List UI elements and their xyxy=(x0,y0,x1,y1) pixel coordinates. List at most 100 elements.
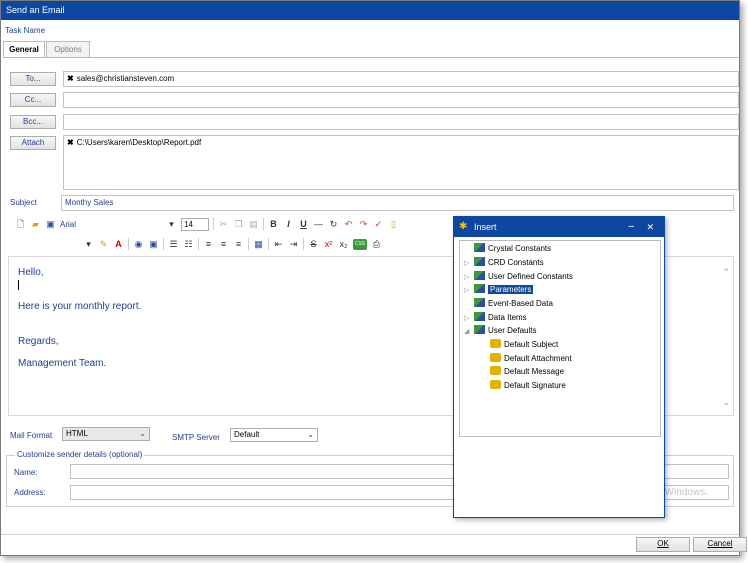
cut-icon[interactable]: ✂ xyxy=(218,219,229,230)
cc-field[interactable] xyxy=(63,92,739,108)
toolbar-separator xyxy=(263,218,264,230)
toolbar-separator xyxy=(248,238,249,250)
tree-item-event-based-data[interactable]: Event-Based Data xyxy=(464,298,553,310)
refresh-icon[interactable]: ↻ xyxy=(328,219,339,230)
attach-field[interactable]: ✖ C:\Users\karen\Desktop\Report.pdf xyxy=(63,135,739,190)
align-left-icon[interactable]: ≡ xyxy=(203,239,214,250)
insert-dialog-titlebar[interactable]: ✱ Insert – ✕ xyxy=(454,217,664,237)
bold-icon[interactable]: B xyxy=(268,219,279,230)
toolbar-separator xyxy=(213,218,214,230)
footer-divider xyxy=(1,534,739,535)
font-name-select[interactable]: Arial xyxy=(60,220,162,229)
expand-icon[interactable]: ▷ xyxy=(464,258,474,270)
align-right-icon[interactable]: ≡ xyxy=(233,239,244,250)
collapse-icon[interactable]: ◢ xyxy=(464,326,474,338)
insert-link-icon[interactable]: ◉ xyxy=(133,239,144,250)
subject-label: Subject xyxy=(10,198,37,207)
tree-item-parameters[interactable]: ▷ Parameters xyxy=(464,284,534,297)
print-icon[interactable]: ⎙ xyxy=(371,239,382,250)
activation-watermark: Windows. xyxy=(664,487,708,498)
insert-tree: Crystal Constants ▷ CRD Constants ▷ User D… xyxy=(459,240,661,437)
to-recipient-chip: sales@christiansteven.com xyxy=(76,74,175,83)
subject-input[interactable]: Monthy Sales xyxy=(61,195,734,211)
puzzle-icon xyxy=(490,380,501,389)
text-cursor xyxy=(18,280,19,290)
puzzle-icon: ✱ xyxy=(459,221,468,232)
scroll-up-icon[interactable]: ⌃ xyxy=(722,267,730,278)
window-title: Send an Email xyxy=(1,1,739,20)
node-icon xyxy=(474,257,485,266)
new-document-icon[interactable]: 🗋 xyxy=(15,219,26,230)
outdent-icon[interactable]: ⇤ xyxy=(273,239,284,250)
puzzle-icon xyxy=(490,339,501,348)
save-icon[interactable]: ▣ xyxy=(45,219,56,230)
expand-icon[interactable]: ▷ xyxy=(464,313,474,325)
smtp-server-select[interactable]: Default ⌄ xyxy=(230,428,318,442)
bcc-button[interactable]: Bcc... xyxy=(10,115,56,129)
style-dropdown-arrow-icon[interactable]: ▾ xyxy=(83,239,94,250)
expand-icon[interactable]: ▷ xyxy=(464,285,474,297)
body-line: Here is your monthly report. xyxy=(18,301,142,312)
expand-icon[interactable]: ▷ xyxy=(464,272,474,284)
bullet-list-icon[interactable]: ☷ xyxy=(183,239,194,250)
smtp-server-value: Default xyxy=(234,430,260,439)
highlight-color-icon[interactable]: ✎ xyxy=(98,239,109,250)
insert-table-icon[interactable]: ▦ xyxy=(253,239,264,250)
tree-item-user-defined-constants[interactable]: ▷ User Defined Constants xyxy=(464,271,573,283)
ok-button[interactable]: OK xyxy=(636,537,690,552)
cancel-button[interactable]: Cancel xyxy=(693,537,747,552)
paste-icon[interactable]: ▤ xyxy=(248,219,259,230)
page-icon[interactable]: ▯ xyxy=(388,219,399,230)
css-icon[interactable]: CSS xyxy=(353,238,367,250)
font-size-select[interactable]: 14 xyxy=(181,217,209,231)
tree-item-crystal-constants[interactable]: Crystal Constants xyxy=(464,243,551,255)
puzzle-icon xyxy=(490,366,501,375)
subscript-icon[interactable]: x₂ xyxy=(338,239,349,250)
numbered-list-icon[interactable]: ☰ xyxy=(168,239,179,250)
open-folder-icon[interactable]: ▰ xyxy=(30,219,41,230)
node-icon xyxy=(474,271,485,280)
cc-button[interactable]: Cc... xyxy=(10,93,56,107)
insert-dialog: ✱ Insert – ✕ Crystal Constants ▷ CRD Cons… xyxy=(453,216,665,518)
tab-options[interactable]: Options xyxy=(46,41,90,57)
mail-format-value: HTML xyxy=(66,429,88,438)
insert-image-icon[interactable]: ▣ xyxy=(148,239,159,250)
close-button[interactable]: ✕ xyxy=(646,217,654,237)
font-color-icon[interactable]: A xyxy=(113,239,124,250)
tree-item-data-items[interactable]: ▷ Data Items xyxy=(464,312,527,324)
sender-address-label: Address: xyxy=(14,488,46,497)
tab-general[interactable]: General xyxy=(3,41,45,58)
mail-format-label: Mail Format xyxy=(10,431,53,440)
strikethrough-icon[interactable]: S xyxy=(308,239,319,250)
copy-icon[interactable]: ❐ xyxy=(233,219,244,230)
minimize-button[interactable]: – xyxy=(628,217,634,237)
tree-item-default-message[interactable]: Default Message xyxy=(490,366,564,378)
undo-icon[interactable]: ↶ xyxy=(343,219,354,230)
mail-format-select[interactable]: HTML ⌄ xyxy=(62,427,150,441)
tree-item-user-defaults[interactable]: ◢ User Defaults xyxy=(464,325,536,337)
superscript-icon[interactable]: x² xyxy=(323,239,334,250)
font-dropdown-arrow-icon[interactable]: ▾ xyxy=(166,219,177,230)
tree-item-crd-constants[interactable]: ▷ CRD Constants xyxy=(464,257,544,269)
scroll-down-icon[interactable]: ⌄ xyxy=(722,397,730,408)
bcc-field[interactable] xyxy=(63,114,739,130)
redo-icon[interactable]: ↷ xyxy=(358,219,369,230)
italic-icon[interactable]: I xyxy=(283,219,294,230)
body-line: Management Team. xyxy=(18,358,107,369)
attach-button[interactable]: Attach xyxy=(10,136,56,150)
align-center-icon[interactable]: ≡ xyxy=(218,239,229,250)
node-icon xyxy=(474,312,485,321)
to-button[interactable]: To... xyxy=(10,72,56,86)
tree-item-default-signature[interactable]: Default Signature xyxy=(490,380,566,392)
insert-dialog-title: Insert xyxy=(474,222,497,232)
underline-icon[interactable]: U xyxy=(298,219,309,230)
tree-item-default-subject[interactable]: Default Subject xyxy=(490,339,558,351)
to-field[interactable]: ✖ sales@christiansteven.com xyxy=(63,71,739,87)
tree-item-default-attachment[interactable]: Default Attachment xyxy=(490,353,572,365)
body-line: Regards, xyxy=(18,336,59,347)
indent-icon[interactable]: ⇥ xyxy=(288,239,299,250)
horizontal-rule-icon[interactable]: — xyxy=(313,219,324,230)
remove-attachment-icon[interactable]: ✖ xyxy=(67,138,74,147)
remove-recipient-icon[interactable]: ✖ xyxy=(67,74,74,83)
spellcheck-icon[interactable]: ✓ xyxy=(373,219,384,230)
